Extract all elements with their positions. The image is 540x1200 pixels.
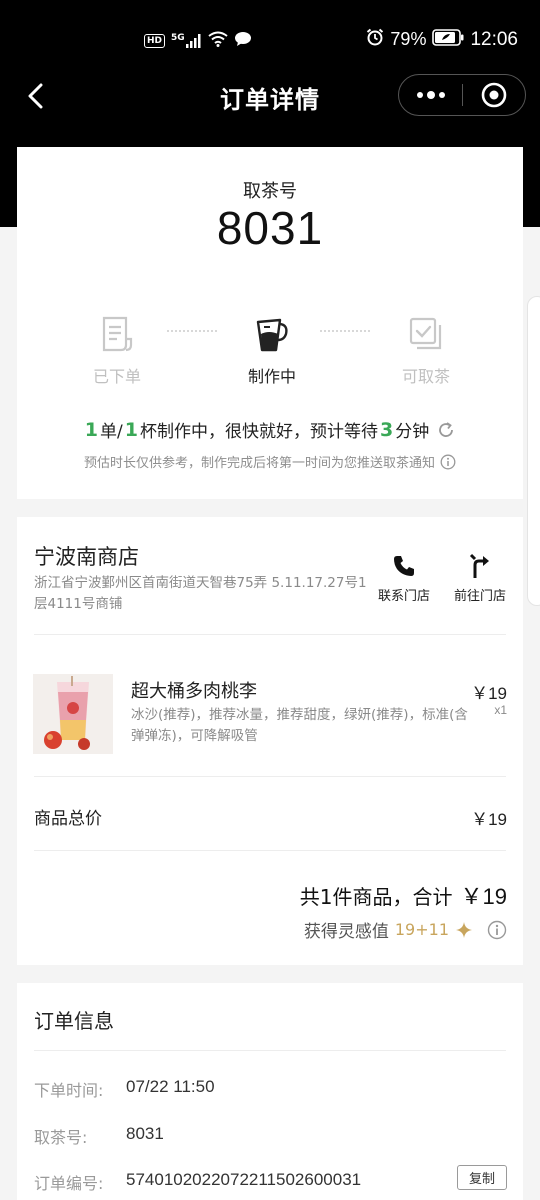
divider: [34, 634, 506, 635]
alarm-icon: [366, 28, 384, 51]
checkbox-icon: [409, 317, 442, 350]
info-icon[interactable]: [440, 454, 456, 470]
step-label: 可取茶: [401, 367, 450, 386]
pickup-label: 取茶号: [243, 181, 297, 202]
more-dots-icon: [416, 91, 445, 99]
battery-icon: [432, 28, 464, 51]
inspiration-value: 19+11: [394, 920, 449, 939]
side-floating-tab[interactable]: [527, 296, 540, 606]
directions-icon: [469, 553, 489, 578]
product-price: ￥19: [471, 684, 507, 703]
more-button[interactable]: [399, 75, 462, 115]
order-time-row: 下单时间: 07/22 11:50: [34, 1077, 215, 1100]
order-info-card: 订单信息 下单时间: 07/22 11:50 取茶号: 8031 订单编号: 5…: [17, 983, 523, 1200]
divider: [34, 1050, 506, 1051]
signal-icon: 5G: [171, 34, 202, 48]
order-id-row: 订单编号: 5740102022072211502600031: [34, 1170, 362, 1193]
contact-store-label: 联系门店: [377, 589, 430, 604]
wait-minutes: 3: [379, 418, 394, 441]
clock: 12:06: [470, 28, 518, 50]
status-right: 79% 12:06: [366, 28, 518, 51]
info-icon[interactable]: [487, 920, 507, 940]
store-address: 浙江省宁波鄞州区首南街道天智巷75弄 5.11.17.27号1层4111号商铺: [34, 575, 367, 612]
divider: [34, 776, 506, 777]
close-mini-program-button[interactable]: [463, 75, 525, 115]
step-ordered: 已下单: [72, 313, 162, 387]
step-label: 制作中: [247, 367, 296, 386]
divider: [34, 850, 506, 851]
product-options: 冰沙(推荐)，推荐冰量，推荐甜度，绿妍(推荐)，标准(含弹弹冻)，可降解吸管: [131, 707, 468, 744]
wifi-icon: [208, 31, 228, 51]
phone-icon: [394, 556, 414, 576]
product-quantity: x1: [494, 703, 507, 717]
inspiration-points: 获得灵感值 19+11: [304, 917, 507, 942]
copy-order-id-button[interactable]: 复制: [457, 1165, 507, 1190]
hd-badge: HD: [144, 34, 166, 48]
step-connector: [167, 330, 217, 332]
step-ready: 可取茶: [381, 313, 471, 387]
step-making: 制作中: [227, 313, 317, 387]
pickup-number-row: 取茶号: 8031: [34, 1124, 164, 1147]
battery-percent: 79%: [390, 29, 427, 49]
store-name: 宁波南商店: [34, 545, 139, 569]
mini-program-capsule: [398, 74, 526, 116]
order-card: 宁波南商店 浙江省宁波鄞州区首南街道天智巷75弄 5.11.17.27号1层41…: [17, 517, 523, 965]
step-label: 已下单: [92, 367, 141, 386]
target-close-icon: [481, 82, 507, 108]
status-left: HD 5G: [144, 30, 252, 52]
status-bar: HD 5G 79% 12:06: [0, 0, 540, 80]
navigate-store-button[interactable]: 前往门店: [449, 553, 511, 604]
wait-note: 预估时长仅供参考，制作完成后将第一时间为您推送取茶通知: [17, 452, 523, 471]
order-total: ￥19: [460, 884, 507, 909]
pickup-card: 取茶号 8031 已下单 制作中 可取茶 1 单/ 1 杯制作中，很快就好，预计…: [17, 147, 523, 499]
measuring-cup-icon: [256, 318, 288, 352]
orders-count: 1: [84, 418, 99, 441]
message-icon: [234, 31, 252, 51]
refresh-icon[interactable]: [437, 421, 455, 439]
cups-count: 1: [124, 418, 138, 441]
step-connector: [320, 330, 370, 332]
navigate-store-label: 前往门店: [453, 589, 506, 604]
contact-store-button[interactable]: 联系门店: [373, 553, 435, 604]
receipt-icon: [102, 316, 133, 352]
wait-estimate: 1 单/ 1 杯制作中，很快就好，预计等待 3 分钟: [17, 417, 523, 442]
product-image: [33, 674, 113, 754]
pickup-number: 8031: [216, 202, 324, 254]
goods-total-value: ￥19: [471, 810, 507, 829]
order-summary: 共1件商品，合计 ￥19: [299, 884, 507, 909]
sparkle-icon: [455, 921, 473, 939]
product-name: 超大桶多肉桃李: [131, 681, 257, 702]
navbar: 订单详情: [0, 70, 540, 120]
goods-total-label: 商品总价: [34, 809, 102, 829]
order-info-title: 订单信息: [34, 1009, 114, 1033]
